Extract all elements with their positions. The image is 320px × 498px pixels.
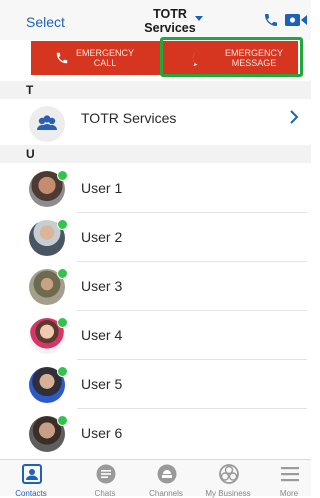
tab-label: Chats (94, 489, 116, 498)
contact-name: User 4 (81, 327, 123, 343)
my-business-icon (219, 464, 239, 484)
contacts-icon (22, 464, 42, 484)
online-status-indicator (57, 317, 68, 328)
tab-chats[interactable]: Chats (74, 460, 136, 498)
section-header-t: T (0, 81, 311, 99)
list-item-contact[interactable]: User 6 (0, 409, 311, 458)
video-call-icon[interactable] (285, 13, 307, 27)
online-status-indicator (57, 366, 68, 377)
chevron-right-icon[interactable] (289, 109, 299, 125)
bottom-tab-bar: Contacts Chats Channels My Business More (0, 459, 311, 498)
tab-label: Contacts (15, 489, 47, 498)
tab-label: My Business (205, 489, 251, 498)
channels-icon (157, 464, 177, 484)
list-item-contact[interactable]: User 5 (0, 360, 311, 409)
contact-name: User 2 (81, 229, 123, 245)
page-title[interactable]: TOTR Services (136, 7, 204, 35)
contact-name: User 5 (81, 376, 123, 392)
chats-icon (96, 464, 116, 484)
chevron-down-icon[interactable] (195, 16, 203, 21)
tab-my-business[interactable]: My Business (197, 460, 259, 498)
top-navigation-bar: Select TOTR Services (0, 0, 311, 40)
hamburger-menu-icon (281, 467, 299, 482)
list-item-contact[interactable]: User 2 (0, 213, 311, 262)
tab-label: Channels (149, 489, 183, 498)
section-letter: T (26, 83, 34, 97)
online-status-indicator (57, 415, 68, 426)
group-icon (37, 115, 57, 130)
list-item-totr-services[interactable]: TOTR Services (0, 99, 311, 148)
contact-name: TOTR Services (81, 110, 177, 126)
contact-name: User 6 (81, 425, 123, 441)
emergency-message-highlight (160, 37, 303, 77)
contact-name: User 3 (81, 278, 123, 294)
list-item-contact[interactable]: User 3 (0, 262, 311, 311)
tab-channels[interactable]: Channels (135, 460, 197, 498)
online-status-indicator (57, 268, 68, 279)
list-item-contact[interactable]: User 1 (0, 164, 311, 213)
online-status-indicator (57, 219, 68, 230)
list-item-contact[interactable]: User 4 (0, 311, 311, 360)
emergency-call-label: EMERGENCY CALL (75, 48, 134, 68)
tab-more[interactable]: More (258, 460, 320, 498)
group-avatar (29, 106, 65, 142)
page-title-line1: TOTR (153, 7, 187, 21)
section-letter: U (26, 147, 35, 161)
tab-contacts[interactable]: Contacts (0, 460, 62, 498)
page-title-line2: Services (144, 21, 196, 35)
select-button[interactable]: Select (26, 14, 65, 30)
phone-icon[interactable] (263, 12, 279, 28)
emergency-call-button[interactable]: EMERGENCY CALL (31, 41, 161, 75)
online-status-indicator (57, 170, 68, 181)
section-header-u: U (0, 145, 311, 163)
contact-name: User 1 (81, 180, 123, 196)
tab-label: More (279, 489, 299, 498)
